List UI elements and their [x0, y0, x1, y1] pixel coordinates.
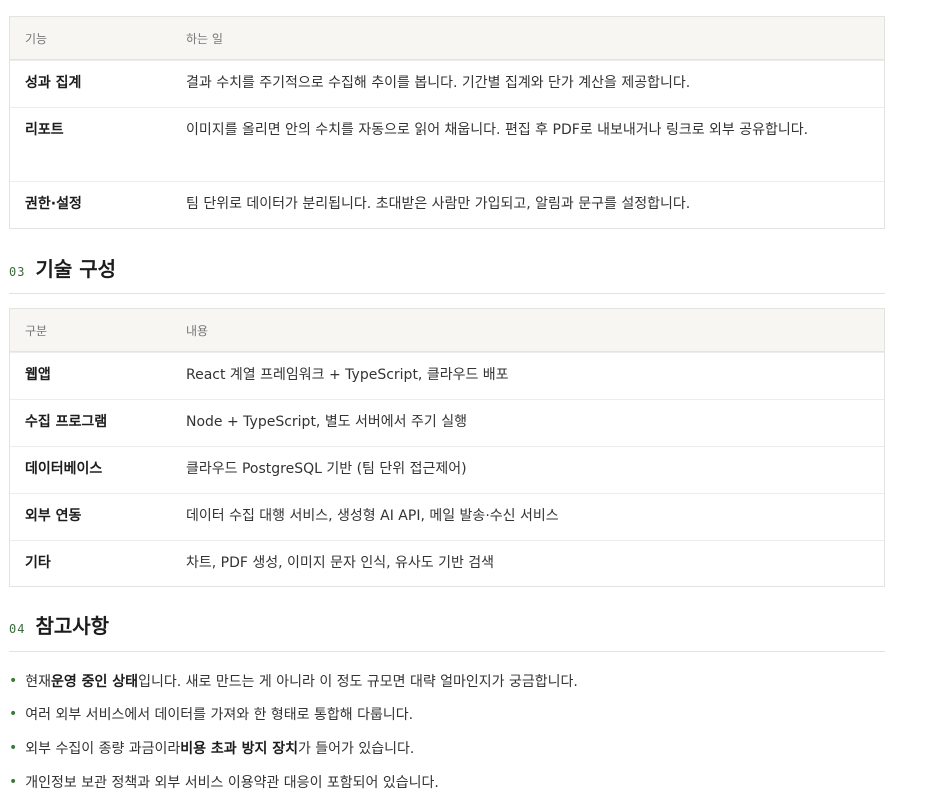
row-desc: 데이터 수집 대행 서비스, 생성형 AI API, 메일 발송·수신 서비스 [186, 508, 559, 524]
list-item: • 개인정보 보관 정책과 외부 서비스 이용약관 대응이 포함되어 있습니다. [9, 773, 439, 791]
row-desc: 차트, PDF 생성, 이미지 문자 인식, 유사도 기반 검색 [186, 555, 495, 571]
table-row: 웹앱 React 계열 프레임워크 + TypeScript, 클라우드 배포 [10, 352, 884, 399]
row-desc: React 계열 프레임워크 + TypeScript, 클라우드 배포 [186, 367, 509, 383]
section-number: 03 [9, 265, 26, 279]
row-label: 성과 집계 [25, 75, 82, 91]
table-row: 외부 연동 데이터 수집 대행 서비스, 생성형 AI API, 메일 발송·수… [10, 493, 884, 540]
notes-list: • 현재 운영 중인 상태 입니다. 새로 만드는 게 아니라 이 정도 규모면 … [9, 664, 885, 798]
table-row: 데이터베이스 클라우드 PostgreSQL 기반 (팀 단위 접근제어) [10, 446, 884, 493]
row-label: 권한·설정 [25, 196, 82, 212]
row-label: 리포트 [25, 122, 64, 138]
row-desc: 이미지를 올리면 안의 수치를 자동으로 읽어 채웁니다. 편집 후 PDF로 … [186, 122, 809, 138]
row-desc: Node + TypeScript, 별도 서버에서 주기 실행 [186, 414, 467, 430]
row-desc: 클라우드 PostgreSQL 기반 (팀 단위 접근제어) [186, 461, 467, 477]
column-header: 내용 [186, 323, 209, 338]
row-label: 외부 연동 [25, 508, 82, 524]
row-desc: 팀 단위로 데이터가 분리됩니다. 초대받은 사람만 가입되고, 알림과 문구를… [186, 196, 691, 212]
column-header: 구분 [25, 323, 48, 338]
row-label: 데이터베이스 [25, 461, 103, 477]
row-label: 수집 프로그램 [25, 414, 108, 430]
row-desc: 결과 수치를 주기적으로 수집해 추이를 봅니다. 기간별 집계와 단가 계산을… [186, 75, 691, 91]
features-table: 기능 하는 일 성과 집계 결과 수치를 주기적으로 수집해 추이를 봅니다. … [9, 16, 885, 229]
bullet-icon: • [9, 672, 18, 689]
bullet-icon: • [9, 706, 18, 723]
list-item: • 여러 외부 서비스에서 데이터를 가져와 한 형태로 통합해 다룹니다. [9, 706, 414, 724]
section-number: 04 [9, 622, 26, 636]
bullet-icon: • [9, 773, 18, 790]
column-header: 하는 일 [186, 31, 223, 46]
section-title: 기술 구성 [35, 257, 117, 281]
row-label: 기타 [25, 555, 51, 571]
list-item: • 외부 수집이 종량 과금이라 비용 초과 방지 장치 가 들어가 있습니다. [9, 739, 415, 757]
table-row: 기타 차트, PDF 생성, 이미지 문자 인식, 유사도 기반 검색 [10, 540, 884, 586]
table-row: 수집 프로그램 Node + TypeScript, 별도 서버에서 주기 실행 [10, 399, 884, 446]
column-header: 기능 [25, 31, 48, 46]
table-header: 구분 내용 [10, 309, 884, 352]
tech-table: 구분 내용 웹앱 React 계열 프레임워크 + TypeScript, 클라… [9, 308, 885, 587]
list-item: • 현재 운영 중인 상태 입니다. 새로 만드는 게 아니라 이 정도 규모면 … [9, 672, 578, 690]
section-heading: 03 기술 구성 [9, 253, 885, 294]
table-header: 기능 하는 일 [10, 17, 884, 60]
section-title: 참고사항 [35, 614, 110, 638]
table-row: 권한·설정 팀 단위로 데이터가 분리됩니다. 초대받은 사람만 가입되고, 알… [10, 181, 884, 228]
table-row: 성과 집계 결과 수치를 주기적으로 수집해 추이를 봅니다. 기간별 집계와 … [10, 60, 884, 107]
table-row: 리포트 이미지를 올리면 안의 수치를 자동으로 읽어 채웁니다. 편집 후 P… [10, 107, 884, 181]
row-label: 웹앱 [25, 367, 51, 383]
section-heading: 04 참고사항 [9, 610, 885, 652]
bullet-icon: • [9, 739, 18, 756]
